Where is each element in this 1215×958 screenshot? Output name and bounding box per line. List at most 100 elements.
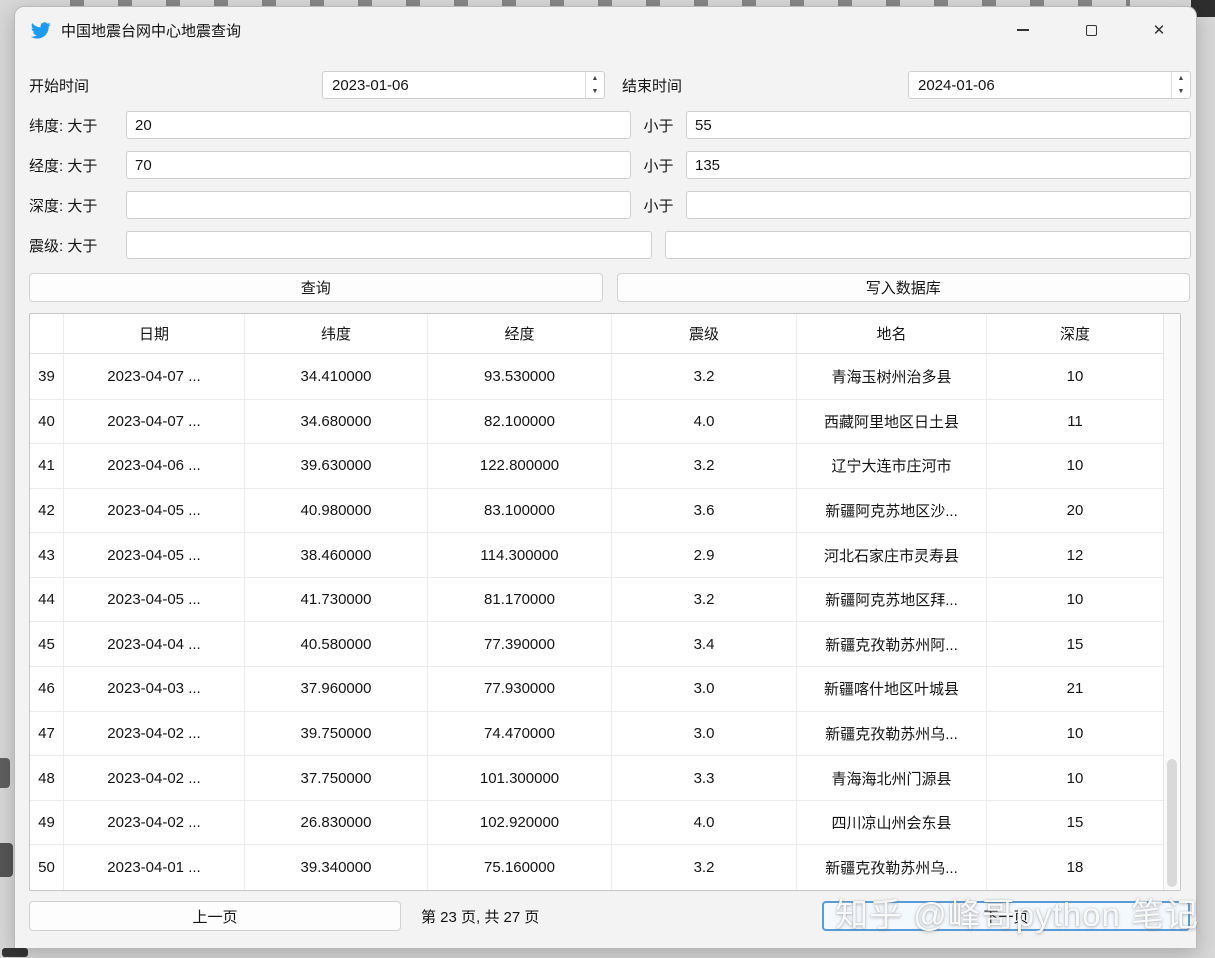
cell-date[interactable]: 2023-04-07 ...: [64, 399, 245, 444]
spin-up-icon[interactable]: ▲: [1172, 72, 1190, 85]
start-time-spinbox[interactable]: ▲▼: [322, 71, 605, 99]
column-header[interactable]: 日期: [64, 314, 245, 353]
table-row[interactable]: 49 2023-04-02 ... 26.830000 102.920000 4…: [30, 800, 1163, 846]
cell-place[interactable]: 新疆克孜勒苏州乌...: [797, 711, 987, 756]
end-time-spinbox[interactable]: ▲▼: [908, 71, 1191, 99]
table-row[interactable]: 39 2023-04-07 ... 34.410000 93.530000 3.…: [30, 355, 1163, 400]
cell-latitude[interactable]: 34.680000: [245, 399, 428, 444]
cell-longitude[interactable]: 77.390000: [428, 622, 612, 667]
cell-place[interactable]: 新疆克孜勒苏州阿...: [797, 622, 987, 667]
cell-depth[interactable]: 10: [987, 712, 1163, 756]
cell-place[interactable]: 河北石家庄市灵寿县: [797, 533, 987, 577]
table-row[interactable]: 47 2023-04-02 ... 39.750000 74.470000 3.…: [30, 711, 1163, 757]
cell-depth[interactable]: 11: [987, 400, 1163, 444]
start-time-spinner[interactable]: ▲ ▼: [585, 72, 604, 98]
criteria-min-input[interactable]: [126, 231, 652, 259]
spin-down-icon[interactable]: ▼: [586, 85, 604, 98]
cell-depth[interactable]: 10: [987, 355, 1163, 399]
criteria-min-input[interactable]: [126, 191, 631, 219]
cell-latitude[interactable]: 37.960000: [245, 667, 428, 711]
cell-date[interactable]: 2023-04-02 ...: [64, 711, 245, 756]
table-row[interactable]: 48 2023-04-02 ... 37.750000 101.300000 3…: [30, 756, 1163, 801]
scrollbar-thumb[interactable]: [1167, 759, 1177, 887]
cell-magnitude[interactable]: 3.2: [612, 444, 797, 488]
cell-place[interactable]: 青海玉树州治多县: [797, 355, 987, 399]
column-header[interactable]: 经度: [428, 314, 612, 353]
cell-magnitude[interactable]: 3.6: [612, 488, 797, 533]
table-row[interactable]: 40 2023-04-07 ... 34.680000 82.100000 4.…: [30, 399, 1163, 445]
table-row[interactable]: 43 2023-04-05 ... 38.460000 114.300000 2…: [30, 533, 1163, 578]
column-header[interactable]: 震级: [612, 314, 797, 353]
query-button[interactable]: 查询: [29, 273, 603, 302]
cell-magnitude[interactable]: 3.3: [612, 756, 797, 800]
cell-depth[interactable]: 12: [987, 533, 1163, 577]
cell-place[interactable]: 新疆克孜勒苏州乌...: [797, 845, 987, 890]
spin-down-icon[interactable]: ▼: [1172, 85, 1190, 98]
cell-latitude[interactable]: 40.980000: [245, 488, 428, 533]
cell-latitude[interactable]: 34.410000: [245, 355, 428, 399]
criteria-max-input[interactable]: [665, 231, 1191, 259]
cell-date[interactable]: 2023-04-06 ...: [64, 444, 245, 488]
cell-longitude[interactable]: 81.170000: [428, 577, 612, 622]
cell-latitude[interactable]: 40.580000: [245, 622, 428, 667]
cell-longitude[interactable]: 101.300000: [428, 756, 612, 800]
column-header[interactable]: 纬度: [245, 314, 428, 353]
cell-depth[interactable]: 20: [987, 489, 1163, 533]
criteria-max-input[interactable]: [686, 151, 1191, 179]
start-time-input[interactable]: [323, 72, 585, 98]
cell-latitude[interactable]: 26.830000: [245, 800, 428, 845]
cell-date[interactable]: 2023-04-05 ...: [64, 577, 245, 622]
cell-longitude[interactable]: 77.930000: [428, 667, 612, 711]
titlebar[interactable]: 中国地震台网中心地震查询 ✕: [15, 7, 1196, 53]
close-button[interactable]: ✕: [1130, 13, 1188, 47]
cell-place[interactable]: 青海海北州门源县: [797, 756, 987, 800]
cell-depth[interactable]: 10: [987, 444, 1163, 488]
cell-magnitude[interactable]: 3.2: [612, 845, 797, 890]
cell-depth[interactable]: 18: [987, 845, 1163, 890]
criteria-min-input[interactable]: [126, 111, 631, 139]
cell-place[interactable]: 辽宁大连市庄河市: [797, 444, 987, 488]
cell-longitude[interactable]: 82.100000: [428, 399, 612, 444]
previous-page-button[interactable]: 上一页: [29, 901, 401, 931]
next-page-button[interactable]: 下一页: [822, 901, 1190, 931]
cell-latitude[interactable]: 39.340000: [245, 845, 428, 890]
cell-longitude[interactable]: 83.100000: [428, 488, 612, 533]
cell-date[interactable]: 2023-04-07 ...: [64, 355, 245, 399]
criteria-max-input[interactable]: [686, 191, 1191, 219]
cell-depth[interactable]: 10: [987, 756, 1163, 800]
cell-longitude[interactable]: 74.470000: [428, 711, 612, 756]
cell-longitude[interactable]: 75.160000: [428, 845, 612, 890]
criteria-min-input[interactable]: [126, 151, 631, 179]
table-row[interactable]: 50 2023-04-01 ... 39.340000 75.160000 3.…: [30, 845, 1163, 890]
cell-date[interactable]: 2023-04-01 ...: [64, 845, 245, 890]
cell-magnitude[interactable]: 3.0: [612, 711, 797, 756]
cell-place[interactable]: 四川凉山州会东县: [797, 800, 987, 845]
cell-magnitude[interactable]: 2.9: [612, 533, 797, 577]
maximize-button[interactable]: [1062, 13, 1120, 47]
cell-latitude[interactable]: 41.730000: [245, 577, 428, 622]
cell-depth[interactable]: 15: [987, 622, 1163, 666]
table-row[interactable]: 44 2023-04-05 ... 41.730000 81.170000 3.…: [30, 577, 1163, 623]
table-row[interactable]: 45 2023-04-04 ... 40.580000 77.390000 3.…: [30, 622, 1163, 668]
cell-magnitude[interactable]: 4.0: [612, 800, 797, 845]
cell-date[interactable]: 2023-04-04 ...: [64, 622, 245, 667]
cell-magnitude[interactable]: 4.0: [612, 399, 797, 444]
cell-latitude[interactable]: 39.750000: [245, 711, 428, 756]
cell-depth[interactable]: 15: [987, 801, 1163, 845]
end-time-input[interactable]: [909, 72, 1171, 98]
spin-up-icon[interactable]: ▲: [586, 72, 604, 85]
cell-date[interactable]: 2023-04-05 ...: [64, 488, 245, 533]
cell-longitude[interactable]: 102.920000: [428, 800, 612, 845]
cell-place[interactable]: 新疆喀什地区叶城县: [797, 667, 987, 711]
criteria-max-input[interactable]: [686, 111, 1191, 139]
cell-date[interactable]: 2023-04-03 ...: [64, 667, 245, 711]
minimize-button[interactable]: [994, 13, 1052, 47]
cell-latitude[interactable]: 37.750000: [245, 756, 428, 800]
cell-date[interactable]: 2023-04-02 ...: [64, 800, 245, 845]
cell-latitude[interactable]: 39.630000: [245, 444, 428, 488]
column-header[interactable]: 地名: [797, 314, 987, 353]
table-scrollbar[interactable]: [1163, 314, 1180, 890]
table-row[interactable]: 41 2023-04-06 ... 39.630000 122.800000 3…: [30, 444, 1163, 489]
cell-magnitude[interactable]: 3.2: [612, 355, 797, 399]
cell-magnitude[interactable]: 3.0: [612, 667, 797, 711]
